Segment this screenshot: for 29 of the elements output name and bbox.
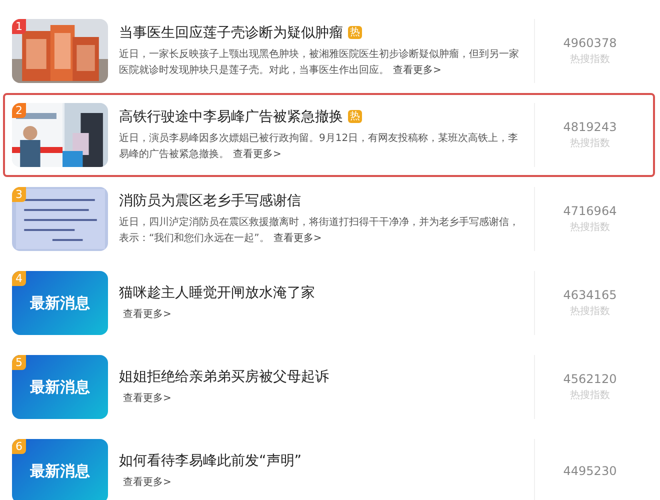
read-more-link[interactable]: 查看更多> [123,308,172,320]
search-count: 4562120 [563,372,617,386]
news-title[interactable]: 如何看待李易峰此前发“声明” [119,452,302,470]
news-title[interactable]: 当事医生回应莲子壳诊断为疑似肿瘤 [119,24,343,42]
rank-badge: 4 [12,271,26,286]
news-summary: 近日，四川泸定消防员在震区救援撤离时，将街道打扫得干干净净，并为老乡手写感谢信，表示：“我们和您们永远在一起”。 查看更多> [119,216,520,246]
news-title[interactable]: 消防员为震区老乡手写感谢信 [119,192,301,210]
read-more-link[interactable]: 查看更多> [123,476,172,488]
hot-tag: 热 [348,110,362,123]
hot-tag: 热 [348,26,362,39]
search-count: 4495230 [563,464,617,478]
read-more-link[interactable]: 查看更多> [123,392,172,404]
rank-badge: 3 [12,187,26,202]
rank-badge: 2 [12,103,26,118]
rank-badge: 1 [12,19,26,34]
rank-badge: 6 [12,439,26,454]
news-title[interactable]: 猫咪趁主人睡觉开闸放水淹了家 [119,284,315,302]
read-more-link[interactable]: 查看更多> [393,64,442,76]
news-summary: 近日，一家长反映孩子上颚出现黑色肿块，被湘雅医院医生初步诊断疑似肿瘤，但到另一家医院就诊时发现肿块只是莲子壳。对此，当事医生作出回应。 查看更多> [119,48,520,78]
read-more-link[interactable]: 查看更多> [273,232,322,244]
news-title[interactable]: 高铁行驶途中李易峰广告被紧急撤换 [119,108,343,126]
search-count: 4819243 [563,120,617,134]
search-count: 4716964 [563,204,617,218]
search-count: 4960378 [563,36,617,50]
rank-badge: 5 [12,355,26,370]
read-more-link[interactable]: 查看更多> [233,148,282,160]
news-title[interactable]: 姐姐拒绝给亲弟弟买房被父母起诉 [119,368,329,386]
news-summary: 近日，演员李易峰因多次嫖娼已被行政拘留。9月12日，有网友投稿称，某班次高铁上，李易峰的广告被紧急撤换。 查看更多> [119,132,520,162]
search-count: 4634165 [563,288,617,302]
